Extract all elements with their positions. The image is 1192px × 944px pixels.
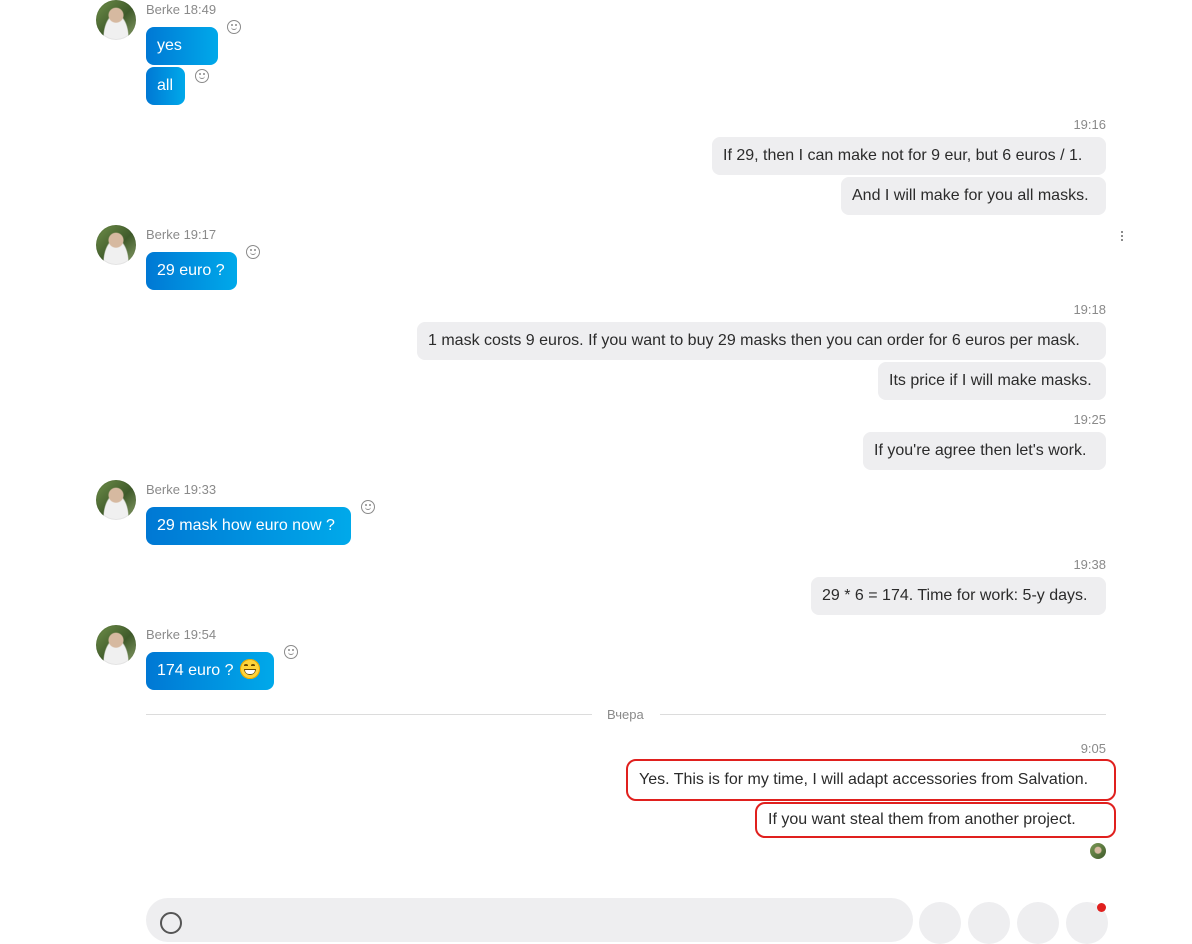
incoming-message[interactable]: yes	[146, 27, 218, 65]
message-time: 19:18	[1073, 302, 1106, 317]
date-divider-line	[660, 714, 1106, 715]
react-smiley-icon[interactable]	[284, 645, 298, 659]
avatar[interactable]	[96, 0, 136, 40]
message-composer[interactable]	[146, 898, 913, 942]
message-time: 19:16	[1073, 117, 1106, 132]
incoming-message[interactable]: 174 euro ?	[146, 652, 274, 690]
react-smiley-icon[interactable]	[195, 69, 209, 83]
message-text: 174 euro ?	[157, 662, 234, 679]
outgoing-message[interactable]: 29 * 6 = 174. Time for work: 5-y days.	[811, 577, 1106, 615]
outgoing-message[interactable]: Yes. This is for my time, I will adapt a…	[626, 759, 1116, 801]
read-receipt-avatar	[1090, 843, 1106, 859]
outgoing-message[interactable]: Its price if I will make masks.	[878, 362, 1106, 400]
send-contact-button[interactable]	[968, 902, 1010, 944]
outgoing-message[interactable]: If 29, then I can make not for 9 eur, bu…	[712, 137, 1106, 175]
sender-label: Berke 18:49	[146, 2, 217, 17]
message-time: 9:05	[1080, 741, 1106, 756]
date-divider-line	[146, 714, 592, 715]
attach-file-button[interactable]	[919, 902, 961, 944]
outgoing-message[interactable]: And I will make for you all masks.	[841, 177, 1106, 215]
outgoing-message[interactable]: If you want steal them from another proj…	[755, 802, 1116, 838]
sender-label: Berke 19:33	[146, 482, 217, 497]
sender-label: Berke 19:17	[146, 227, 217, 242]
react-smiley-icon[interactable]	[227, 20, 241, 34]
sender-label: Berke 19:54	[146, 627, 217, 642]
date-divider-label: Вчера	[607, 707, 644, 722]
outgoing-message[interactable]: 1 mask costs 9 euros. If you want to buy…	[417, 322, 1106, 360]
react-smiley-icon[interactable]	[361, 500, 375, 514]
more-options-icon[interactable]	[1121, 231, 1124, 243]
avatar[interactable]	[96, 225, 136, 265]
incoming-message[interactable]: 29 mask how euro now ?	[146, 507, 351, 545]
incoming-message[interactable]: 29 euro ?	[146, 252, 237, 290]
emoji-picker-icon[interactable]	[160, 912, 182, 934]
mention-button[interactable]	[1017, 902, 1059, 944]
notification-badge	[1097, 903, 1106, 912]
message-time: 19:38	[1073, 557, 1106, 572]
react-smiley-icon[interactable]	[246, 245, 260, 259]
avatar[interactable]	[96, 625, 136, 665]
outgoing-message[interactable]: If you're agree then let's work.	[863, 432, 1106, 470]
message-time: 19:25	[1073, 412, 1106, 427]
grinning-face-icon	[239, 658, 260, 679]
avatar[interactable]	[96, 480, 136, 520]
incoming-message[interactable]: all	[146, 67, 185, 105]
